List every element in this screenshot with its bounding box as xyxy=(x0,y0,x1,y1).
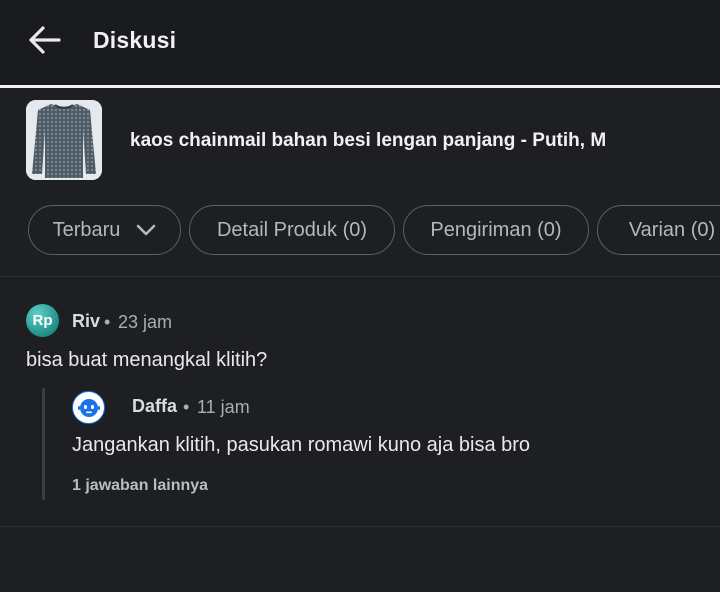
chip-label: Pengiriman (0) xyxy=(430,218,562,241)
arrow-left-icon xyxy=(29,26,61,54)
meta-separator: • xyxy=(104,312,111,332)
reply-thread-line xyxy=(42,388,45,500)
filter-chip-pengiriman[interactable]: Pengiriman (0) xyxy=(403,205,589,255)
avatar[interactable]: Rp xyxy=(26,304,59,337)
filter-chip-detail-produk[interactable]: Detail Produk (0) xyxy=(189,205,395,255)
robot-face-icon xyxy=(77,398,100,417)
reply-text: Jangankan klitih, pasukan romawi kuno aj… xyxy=(72,434,531,456)
comment-text: bisa buat menangkal klitih? xyxy=(26,349,268,371)
product-summary[interactable]: kaos chainmail bahan besi lengan panjang… xyxy=(0,88,720,196)
more-replies-link[interactable]: 1 jawaban lainnya xyxy=(72,477,208,495)
filter-chip-varian[interactable]: Varian (0) xyxy=(597,205,720,255)
back-button[interactable] xyxy=(24,22,64,58)
app-header: Diskusi xyxy=(0,0,720,88)
section-divider xyxy=(0,526,720,527)
filter-chips: Terbaru Detail Produk (0) Pengiriman (0)… xyxy=(28,205,720,257)
meta-separator: • xyxy=(183,397,190,417)
chevron-down-icon xyxy=(136,224,156,236)
chip-label: Varian (0) xyxy=(628,218,716,241)
product-thumbnail xyxy=(26,100,102,180)
comment-time: 23 jam xyxy=(118,312,173,332)
chip-label: Terbaru xyxy=(52,218,121,241)
chainmail-shirt-image xyxy=(26,100,102,180)
product-name: kaos chainmail bahan besi lengan panjang… xyxy=(130,130,607,151)
chip-label: Detail Produk (0) xyxy=(216,218,368,241)
page-title: Diskusi xyxy=(93,27,177,53)
reply-author[interactable]: Daffa xyxy=(132,396,177,417)
avatar[interactable] xyxy=(72,391,105,424)
comment-author[interactable]: Riv xyxy=(72,311,100,332)
discussion-page: Diskusi kaos chainmail bahan besi lengan… xyxy=(0,0,720,592)
reply-time: 11 jam xyxy=(197,397,250,417)
sort-dropdown-chip[interactable]: Terbaru xyxy=(28,205,181,255)
section-divider xyxy=(0,276,720,277)
